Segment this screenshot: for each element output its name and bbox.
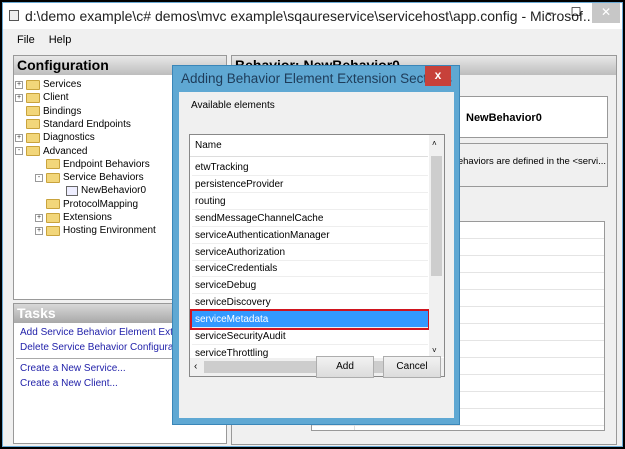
tree-node[interactable]: + Extensions	[35, 211, 112, 224]
folder-icon	[46, 199, 60, 210]
menu-file[interactable]: File	[17, 34, 35, 46]
list-item[interactable]: serviceDebug	[192, 277, 428, 295]
scroll-up-icon[interactable]: ˄	[432, 139, 437, 148]
scroll-left-icon[interactable]: ‹	[194, 361, 197, 372]
tree-node[interactable]: Standard Endpoints	[15, 118, 131, 131]
scroll-down-icon[interactable]: ˅	[432, 346, 437, 355]
task-delete-configuration[interactable]: Delete Service Behavior Configuration	[20, 342, 190, 353]
list-item[interactable]: serviceDiscovery	[192, 294, 428, 312]
expand-toggle-icon[interactable]: +	[15, 133, 23, 142]
tree-node-label: Hosting Environment	[63, 225, 156, 237]
expand-toggle-icon[interactable]: -	[15, 147, 23, 155]
menu-bar: File Help	[3, 30, 71, 50]
tree-node-label: Standard Endpoints	[43, 118, 131, 130]
tree-node-label: ProtocolMapping	[63, 198, 139, 210]
tree-node[interactable]: + Diagnostics	[15, 131, 95, 144]
tree-node-label: Services	[43, 79, 82, 90]
expand-toggle-icon[interactable]: +	[15, 80, 23, 89]
tree-node-label: Endpoint Behaviors	[63, 158, 150, 170]
menu-help[interactable]: Help	[49, 34, 72, 46]
tree-node[interactable]: + Services	[15, 78, 81, 91]
list-item[interactable]: serviceSecurityAudit	[192, 328, 428, 345]
tree-node[interactable]: + Hosting Environment	[35, 224, 156, 237]
behavior-icon	[66, 185, 78, 196]
vertical-scroll-thumb[interactable]	[431, 156, 442, 276]
app-icon	[9, 10, 19, 21]
add-extension-dialog: Adding Behavior Element Extension Sectio…	[172, 65, 460, 425]
title-bar: d:\demo example\c# demos\mvc example\sqa…	[3, 3, 622, 29]
folder-icon	[26, 146, 40, 156]
tree-node[interactable]: Endpoint Behaviors	[35, 158, 150, 171]
list-item[interactable]: serviceCredentials	[192, 260, 428, 278]
tree-node-label: Extensions	[63, 212, 112, 223]
folder-icon	[46, 212, 60, 223]
vertical-scrollbar[interactable]: ˄ ˅	[429, 135, 444, 357]
available-elements-label: Available elements	[191, 100, 275, 111]
list-item[interactable]: etwTracking	[192, 159, 428, 176]
expand-toggle-icon[interactable]: +	[15, 93, 23, 102]
folder-icon	[26, 132, 40, 143]
tree-node-label: Service Behaviors	[63, 172, 144, 184]
folder-icon	[26, 119, 40, 130]
task-create-service[interactable]: Create a New Service...	[20, 363, 126, 374]
task-add-extension[interactable]: Add Service Behavior Element Extension..…	[20, 327, 173, 338]
tree-node-label: Diagnostics	[43, 132, 95, 144]
list-item[interactable]: sendMessageChannelCache	[192, 210, 428, 227]
dialog-close-button[interactable]: x	[425, 66, 451, 86]
folder-icon	[46, 172, 60, 183]
available-elements-list[interactable]: Name etwTracking persistenceProvider routi…	[189, 134, 445, 377]
task-create-client[interactable]: Create a New Client...	[20, 378, 118, 389]
maximize-button[interactable]: ☐	[562, 3, 590, 23]
column-header-name[interactable]: Name	[190, 135, 428, 157]
tree-node[interactable]: + Client	[15, 91, 69, 104]
tree-node[interactable]: - Advanced	[15, 145, 87, 158]
list-item[interactable]: serviceMetadata	[190, 309, 430, 331]
window-title: d:\demo example\c# demos\mvc example\sqa…	[25, 8, 595, 24]
tree-node[interactable]: ProtocolMapping	[35, 198, 138, 211]
list-item[interactable]: persistenceProvider	[192, 176, 428, 193]
folder-icon	[26, 79, 40, 90]
close-button[interactable]: ✕	[592, 3, 620, 23]
tree-node[interactable]: Bindings	[15, 105, 81, 118]
list-item[interactable]: serviceAuthenticationManager	[192, 227, 428, 244]
tree-node[interactable]: - Service Behaviors	[35, 171, 144, 184]
tree-node-label: Client	[43, 92, 69, 104]
list-item[interactable]: routing	[192, 193, 428, 210]
tree-node-label: Bindings	[43, 105, 82, 117]
list-item[interactable]: serviceAuthorization	[192, 244, 428, 261]
tree-node[interactable]: NewBehavior0	[55, 184, 146, 197]
add-button[interactable]: Add	[316, 356, 374, 378]
tree-node-label: Advanced	[43, 145, 88, 157]
behavior-name-value[interactable]: NewBehavior0	[466, 112, 542, 124]
expand-toggle-icon[interactable]: +	[35, 213, 43, 222]
expand-toggle-icon[interactable]: +	[35, 226, 43, 235]
folder-icon	[26, 106, 40, 117]
minimize-button[interactable]: –	[536, 3, 564, 23]
folder-icon	[26, 92, 40, 103]
folder-icon	[46, 225, 60, 236]
cancel-button[interactable]: Cancel	[383, 356, 441, 378]
folder-icon	[46, 159, 60, 170]
expand-toggle-icon[interactable]: -	[35, 173, 43, 182]
app-window: d:\demo example\c# demos\mvc example\sqa…	[2, 2, 623, 447]
tree-node-label: NewBehavior0	[81, 185, 147, 197]
dialog-title: Adding Behavior Element Extension Sectio…	[181, 71, 452, 86]
